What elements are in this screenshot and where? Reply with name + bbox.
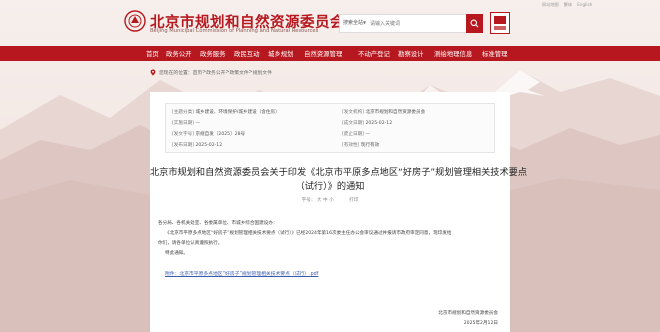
breadcrumb-item-open-government[interactable]: 政务公开 [206, 69, 225, 76]
font-size-medium[interactable]: 中 [323, 198, 328, 203]
signature-date: 2025年2月12日 [463, 321, 498, 326]
breadcrumb-item-policy[interactable]: 政策文件 [229, 69, 248, 76]
nav-item-resources[interactable]: 自然资源管理 [304, 49, 342, 58]
breadcrumb-item-home[interactable]: 首页 [193, 69, 203, 76]
location-pin-icon [150, 69, 156, 76]
meta-value-effective-date: — [195, 121, 201, 126]
font-size-label: 字号： [301, 198, 316, 203]
meta-value-written-date: 2025-02-12 [365, 121, 393, 126]
nav-item-standards[interactable]: 标准管理 [482, 49, 508, 58]
chevron-down-icon[interactable]: ▼ [363, 20, 366, 25]
search-button[interactable] [466, 14, 483, 33]
meta-key-doc-number: [发文字号] [172, 132, 194, 137]
nav-item-property[interactable]: 不动产登记 [358, 49, 390, 58]
accessibility-logo[interactable] [490, 12, 510, 34]
breadcrumb-item-planning[interactable]: 规划文件 [253, 69, 272, 76]
nav-item-mapping[interactable]: 测绘地理信息 [434, 49, 472, 58]
search-bar: 搜索全站 ▼ [339, 14, 467, 33]
search-scope-select[interactable]: 搜索全站 [343, 19, 363, 26]
top-link-sitemap[interactable]: 网站地图 [542, 2, 559, 8]
site-header: 网站地图 繁体 English 北京市规划和自然资源委员会 Beijing Mu… [0, 0, 660, 46]
meta-value-validity: 现行有效 [360, 143, 380, 148]
meta-key-validity: [有效性] [342, 143, 360, 148]
meta-value-repeal-date: — [365, 132, 371, 137]
meta-key-effective-date: [实施日期] [172, 121, 194, 126]
main-nav: 首页 政务公开 政务服务 政民互动 城乡规划 自然资源管理 不动产登记 勘察设计… [0, 46, 660, 61]
meta-key-repeal-date: [废止日期] [342, 132, 364, 137]
top-link-traditional[interactable]: 繁体 [564, 2, 572, 8]
document-title-line1: 北京市规划和自然资源委员会关于印发《北京市平原多点地区“好房子”规划管理相关技术… [150, 167, 528, 178]
nav-item-interaction[interactable]: 政民互动 [234, 49, 260, 58]
document-title-line2: （试行）》的通知 [295, 181, 365, 192]
font-size-small[interactable]: 小 [329, 198, 334, 203]
meta-key-written-date: [成文日期] [342, 121, 364, 126]
meta-value-issuer: 北京市规划和自然资源委员会 [365, 110, 426, 115]
nav-item-open-government[interactable]: 政务公开 [166, 49, 192, 58]
top-link-english[interactable]: English [577, 2, 592, 8]
meta-key-publish-date: [发布日期] [172, 143, 194, 148]
attachment-link[interactable]: 附件：北京市平原多点地区“好房子”规划管理相关技术要点（试行）.pdf [165, 270, 318, 277]
nav-item-planning[interactable]: 城乡规划 [268, 49, 294, 58]
nav-item-services[interactable]: 政务服务 [200, 49, 226, 58]
meta-value-category: 城乡建设、环境保护/城乡建设（含住房） [195, 110, 280, 115]
breadcrumb: 您现在的位置： 首页 > 政务公开 > 政策文件 > 规划文件 [150, 66, 510, 78]
breadcrumb-prefix: 您现在的位置： [159, 70, 193, 76]
nav-item-survey-design[interactable]: 勘察设计 [398, 49, 424, 58]
document-metadata: [主题分类] 城乡建设、环境保护/城乡建设（含住房） [发文机构] 北京市规划和… [165, 103, 495, 153]
meta-value-doc-number: 京规自发〔2025〕28号 [195, 132, 246, 137]
top-links: 网站地图 繁体 English [542, 2, 592, 8]
body-paragraph-3: 特此通知。 [165, 251, 188, 256]
article-tools: 字号： 大 中 小 打印 [150, 197, 510, 203]
print-button[interactable]: 打印 [349, 198, 358, 203]
nav-item-home[interactable]: 首页 [146, 49, 159, 58]
search-input[interactable] [370, 17, 464, 30]
article-panel: [主题分类] 城乡建设、环境保护/城乡建设（含住房） [发文机构] 北京市规划和… [150, 92, 528, 332]
search-icon [470, 19, 479, 28]
body-paragraph-2: 你们，请各单位认真遵照执行。 [158, 241, 223, 246]
meta-key-category: [主题分类] [172, 110, 194, 115]
site-subtitle: Beijing Municipal Commission of Planning… [150, 28, 319, 34]
meta-key-issuer: [发文机构] [342, 110, 364, 115]
site-emblem-icon [124, 10, 146, 32]
font-size-large[interactable]: 大 [317, 198, 322, 203]
signature-org: 北京市规划和自然资源委员会 [438, 311, 498, 316]
meta-value-publish-date: 2025-02-12 [195, 143, 223, 148]
seal-icon [494, 16, 506, 30]
body-paragraph-1: 《北京市平原多点地区“好房子”规划管理相关技术要点（试行）》已经2024年第16… [165, 231, 452, 236]
salutation: 各分局、各机关处室、各委属单位、市城乡综合国建设办： [158, 221, 278, 226]
